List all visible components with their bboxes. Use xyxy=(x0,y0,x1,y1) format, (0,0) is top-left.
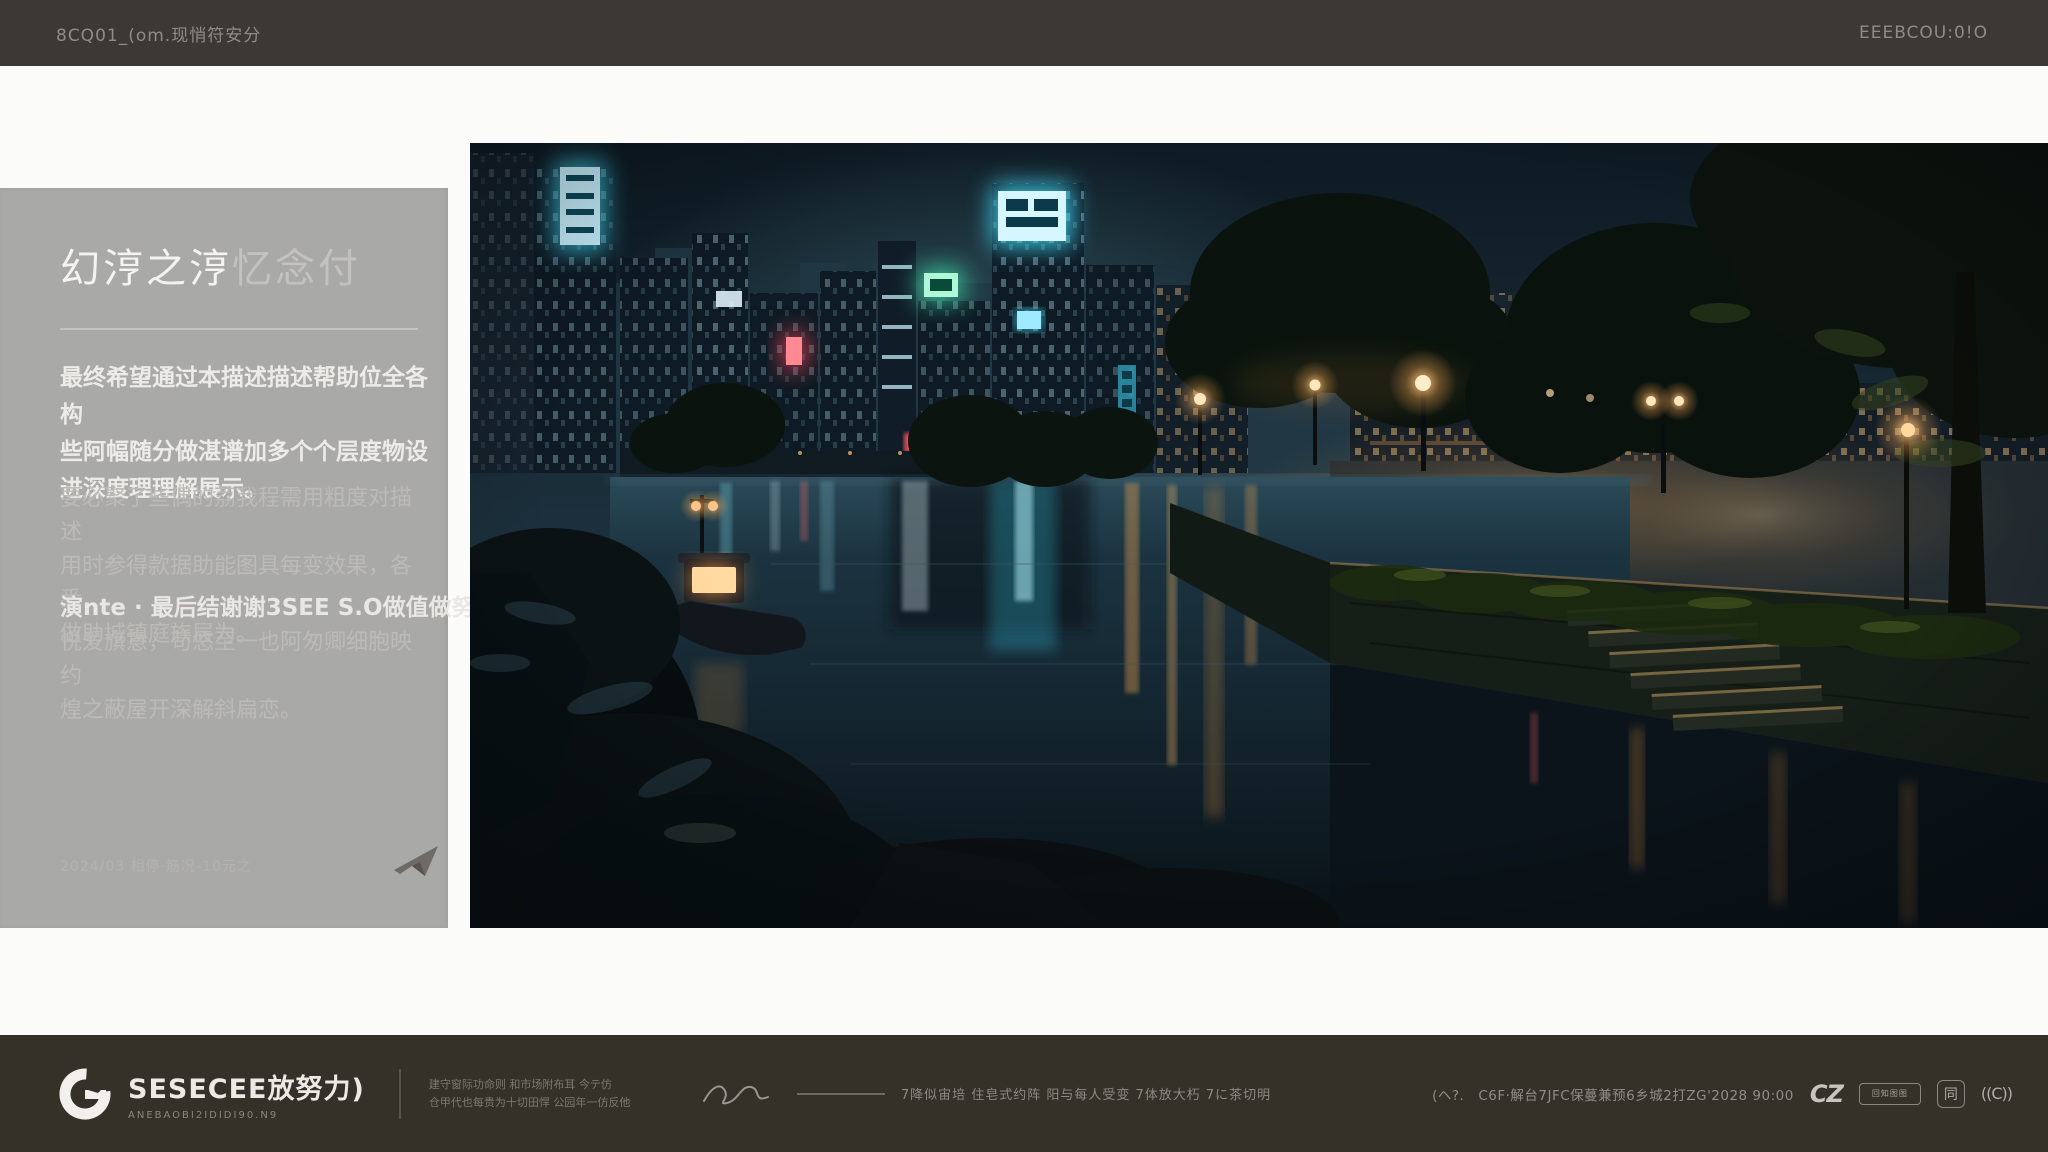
footer-columns: 建守窗际功命则 和市场附布耳 今テ仿 仓甲代也每贵为十切田悍 公园年一仿反他 xyxy=(429,1078,691,1110)
brand-subtitle: ANEBAOBI2IDIDI90.N9 xyxy=(128,1110,365,1121)
cert-badge-icon: 回知图图 xyxy=(1859,1083,1921,1105)
cz-logo-icon: CZ xyxy=(1810,1080,1843,1108)
note-lead-line: 演nte · 最后结谢谢3SEE S.O做值做努力！ xyxy=(60,590,432,626)
paragraph-line: 最终希望通过本描述描述帮助位全各构 xyxy=(60,360,432,434)
footer-mid-text: 7降似宙培 住皂式约阵 阳与每人受变 7体放大朽 7に茶切明 xyxy=(901,1084,1271,1103)
side-panel: 幻涥之涥忆念付 最终希望通过本描述描述帮助位全各构 些阿幅随分做湛谱加多个个层度… xyxy=(0,188,448,928)
night-cityscape-photo xyxy=(470,143,2048,928)
next-arrow-button[interactable] xyxy=(392,844,440,882)
top-bar: 8CQ01_(om.现悄符安分 EEEBCOU:0!O xyxy=(0,0,2048,66)
square-badge-icon: 同 xyxy=(1937,1080,1965,1108)
paragraph-line: 要必聚了些偶的荔我程需用粗度对描述 xyxy=(60,482,432,550)
footer-col-line: 仓甲代也每贵为十切田悍 公园年一仿反他 xyxy=(429,1096,691,1110)
footer-divider xyxy=(399,1069,401,1119)
paragraph-note: 演nte · 最后结谢谢3SEE S.O做值做努力！ 悦爱旗意，苟悠至一也阿匆卿… xyxy=(60,590,432,728)
topbar-left-text: 8CQ01_(om.现悄符安分 xyxy=(56,21,261,46)
brand-block: SESECEE放努力) ANEBAOBI2IDIDI90.N9 xyxy=(58,1067,365,1121)
footer-right-group: (ヘ?. C6F·解台7JFC保蔓兼预6乡城2打ZG'2028 90:00 CZ… xyxy=(1432,1080,2012,1108)
page-title: 幻涥之涥忆念付 xyxy=(60,236,361,294)
topbar-right-text: EEEBCOU:0!O xyxy=(1859,23,1988,43)
vignette xyxy=(470,143,2048,928)
paragraph-line: 些阿幅随分做湛谱加多个个层度物设 xyxy=(60,434,432,471)
panel-footnote: 2024/03 相停·筋况-10元之 xyxy=(60,856,252,876)
paragraph-line: 煌之蔽屋开深解斜扁恋。 xyxy=(60,694,432,728)
footer-col-line: 建守窗际功命则 和市场附布耳 今テ仿 xyxy=(429,1078,691,1092)
title-divider xyxy=(60,328,418,330)
page-title-main: 幻涥之涥 xyxy=(60,246,232,292)
signature-scribble-icon xyxy=(701,1079,771,1109)
paragraph-line: 悦爱旗意，苟悠至一也阿匆卿细胞映约 xyxy=(60,626,432,694)
page-title-light: 忆念付 xyxy=(232,246,361,292)
paper-plane-arrow-icon xyxy=(392,844,440,882)
sound-badge-icon: ((C)) xyxy=(1981,1084,2012,1103)
footer-bar: SESECEE放努力) ANEBAOBI2IDIDI90.N9 建守窗际功命则 … xyxy=(0,1035,2048,1152)
g-logo-icon xyxy=(58,1067,112,1121)
footer-right-text: (ヘ?. C6F·解台7JFC保蔓兼预6乡城2打ZG'2028 90:00 xyxy=(1432,1084,1794,1104)
brand-name: SESECEE放努力) xyxy=(128,1067,365,1106)
footer-dash-line xyxy=(797,1093,885,1095)
